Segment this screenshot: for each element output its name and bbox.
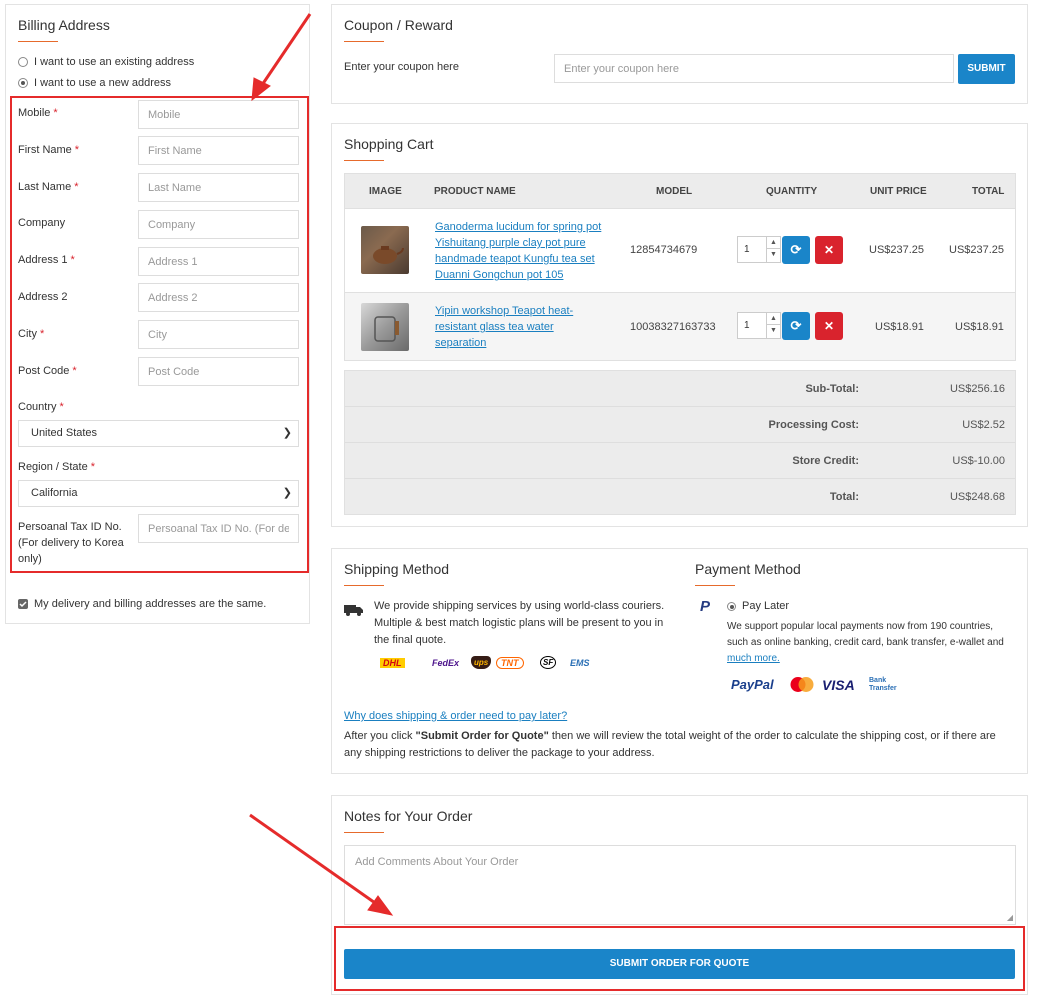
- annotation-arrows: [249, 13, 394, 916]
- arrow-icon: [251, 13, 312, 102]
- arrow-icon: [249, 813, 394, 916]
